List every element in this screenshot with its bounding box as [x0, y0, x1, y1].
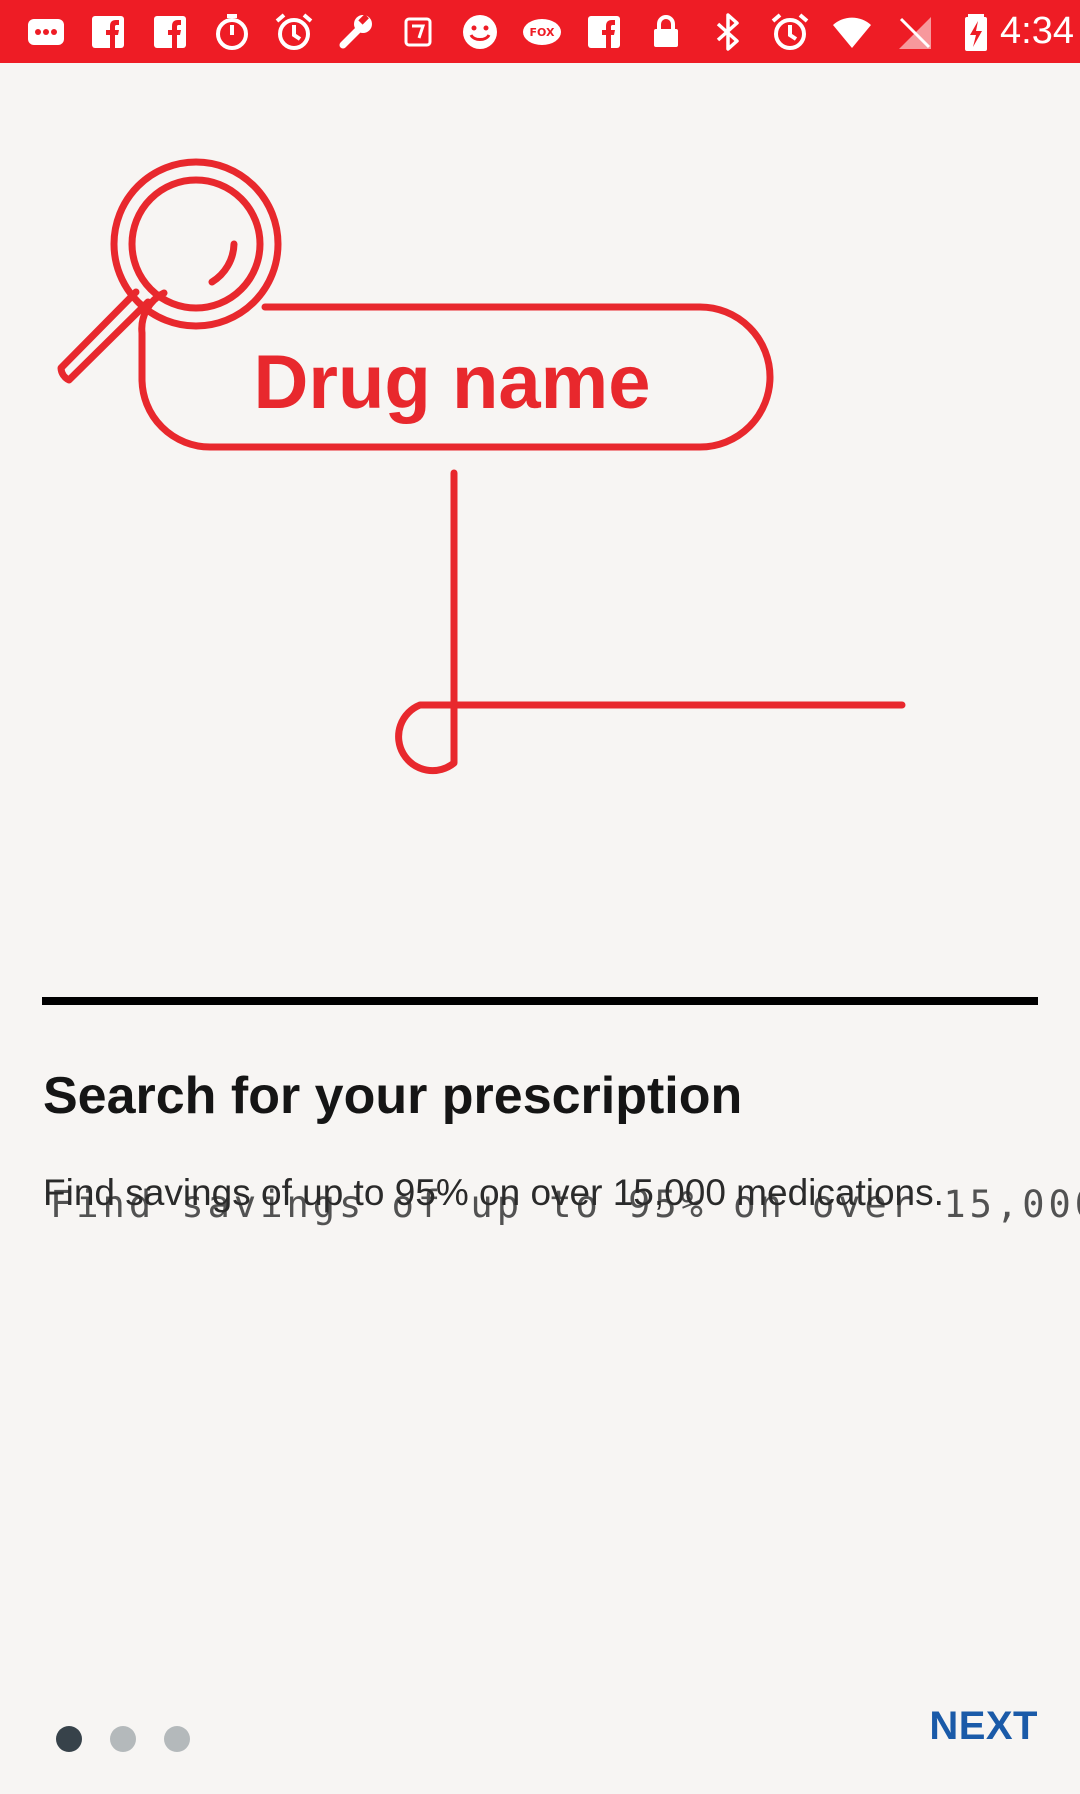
page-dot-1[interactable] — [56, 1726, 82, 1752]
bluetooth-icon — [704, 8, 752, 56]
notification-icons: FOX — [22, 8, 1000, 56]
page-dot-3[interactable] — [164, 1726, 190, 1752]
facebook-icon — [84, 8, 132, 56]
lock-icon — [642, 8, 690, 56]
illustration-label: Drug name — [254, 340, 651, 425]
magnifier-icon — [110, 158, 282, 330]
page-title: Search for your prescription — [43, 1067, 743, 1125]
alarm-icon — [270, 8, 318, 56]
pin-line — [395, 469, 906, 775]
facebook-icon — [146, 8, 194, 56]
section-divider — [42, 997, 1038, 1005]
fox-sports-icon: FOX — [518, 8, 566, 56]
status-bar: FOX 4:34 — [0, 0, 1080, 63]
drug-search-illustration: Drug name — [0, 63, 1080, 883]
messages-icon — [22, 8, 70, 56]
subtitle-animating: Find savings of up to 95% on over 15,000… — [50, 1183, 1080, 1226]
tag-icon — [394, 8, 442, 56]
battery-charging-icon — [952, 8, 1000, 56]
page-indicator — [56, 1726, 190, 1752]
no-sim-icon — [890, 8, 938, 56]
illustration-svg: Drug name — [57, 158, 906, 775]
status-time: 4:34 — [1000, 10, 1074, 52]
next-button[interactable]: NEXT — [929, 1704, 1038, 1749]
wifi-icon — [828, 8, 876, 56]
page-dot-2[interactable] — [110, 1726, 136, 1752]
facebook-icon — [580, 8, 628, 56]
wrench-icon — [332, 8, 380, 56]
stopwatch-icon — [208, 8, 256, 56]
smiley-icon — [456, 8, 504, 56]
svg-text:FOX: FOX — [530, 26, 555, 39]
alarm-icon — [766, 8, 814, 56]
subtitle-container: Find savings of up to 95% on over 15,000… — [43, 1172, 1080, 1252]
